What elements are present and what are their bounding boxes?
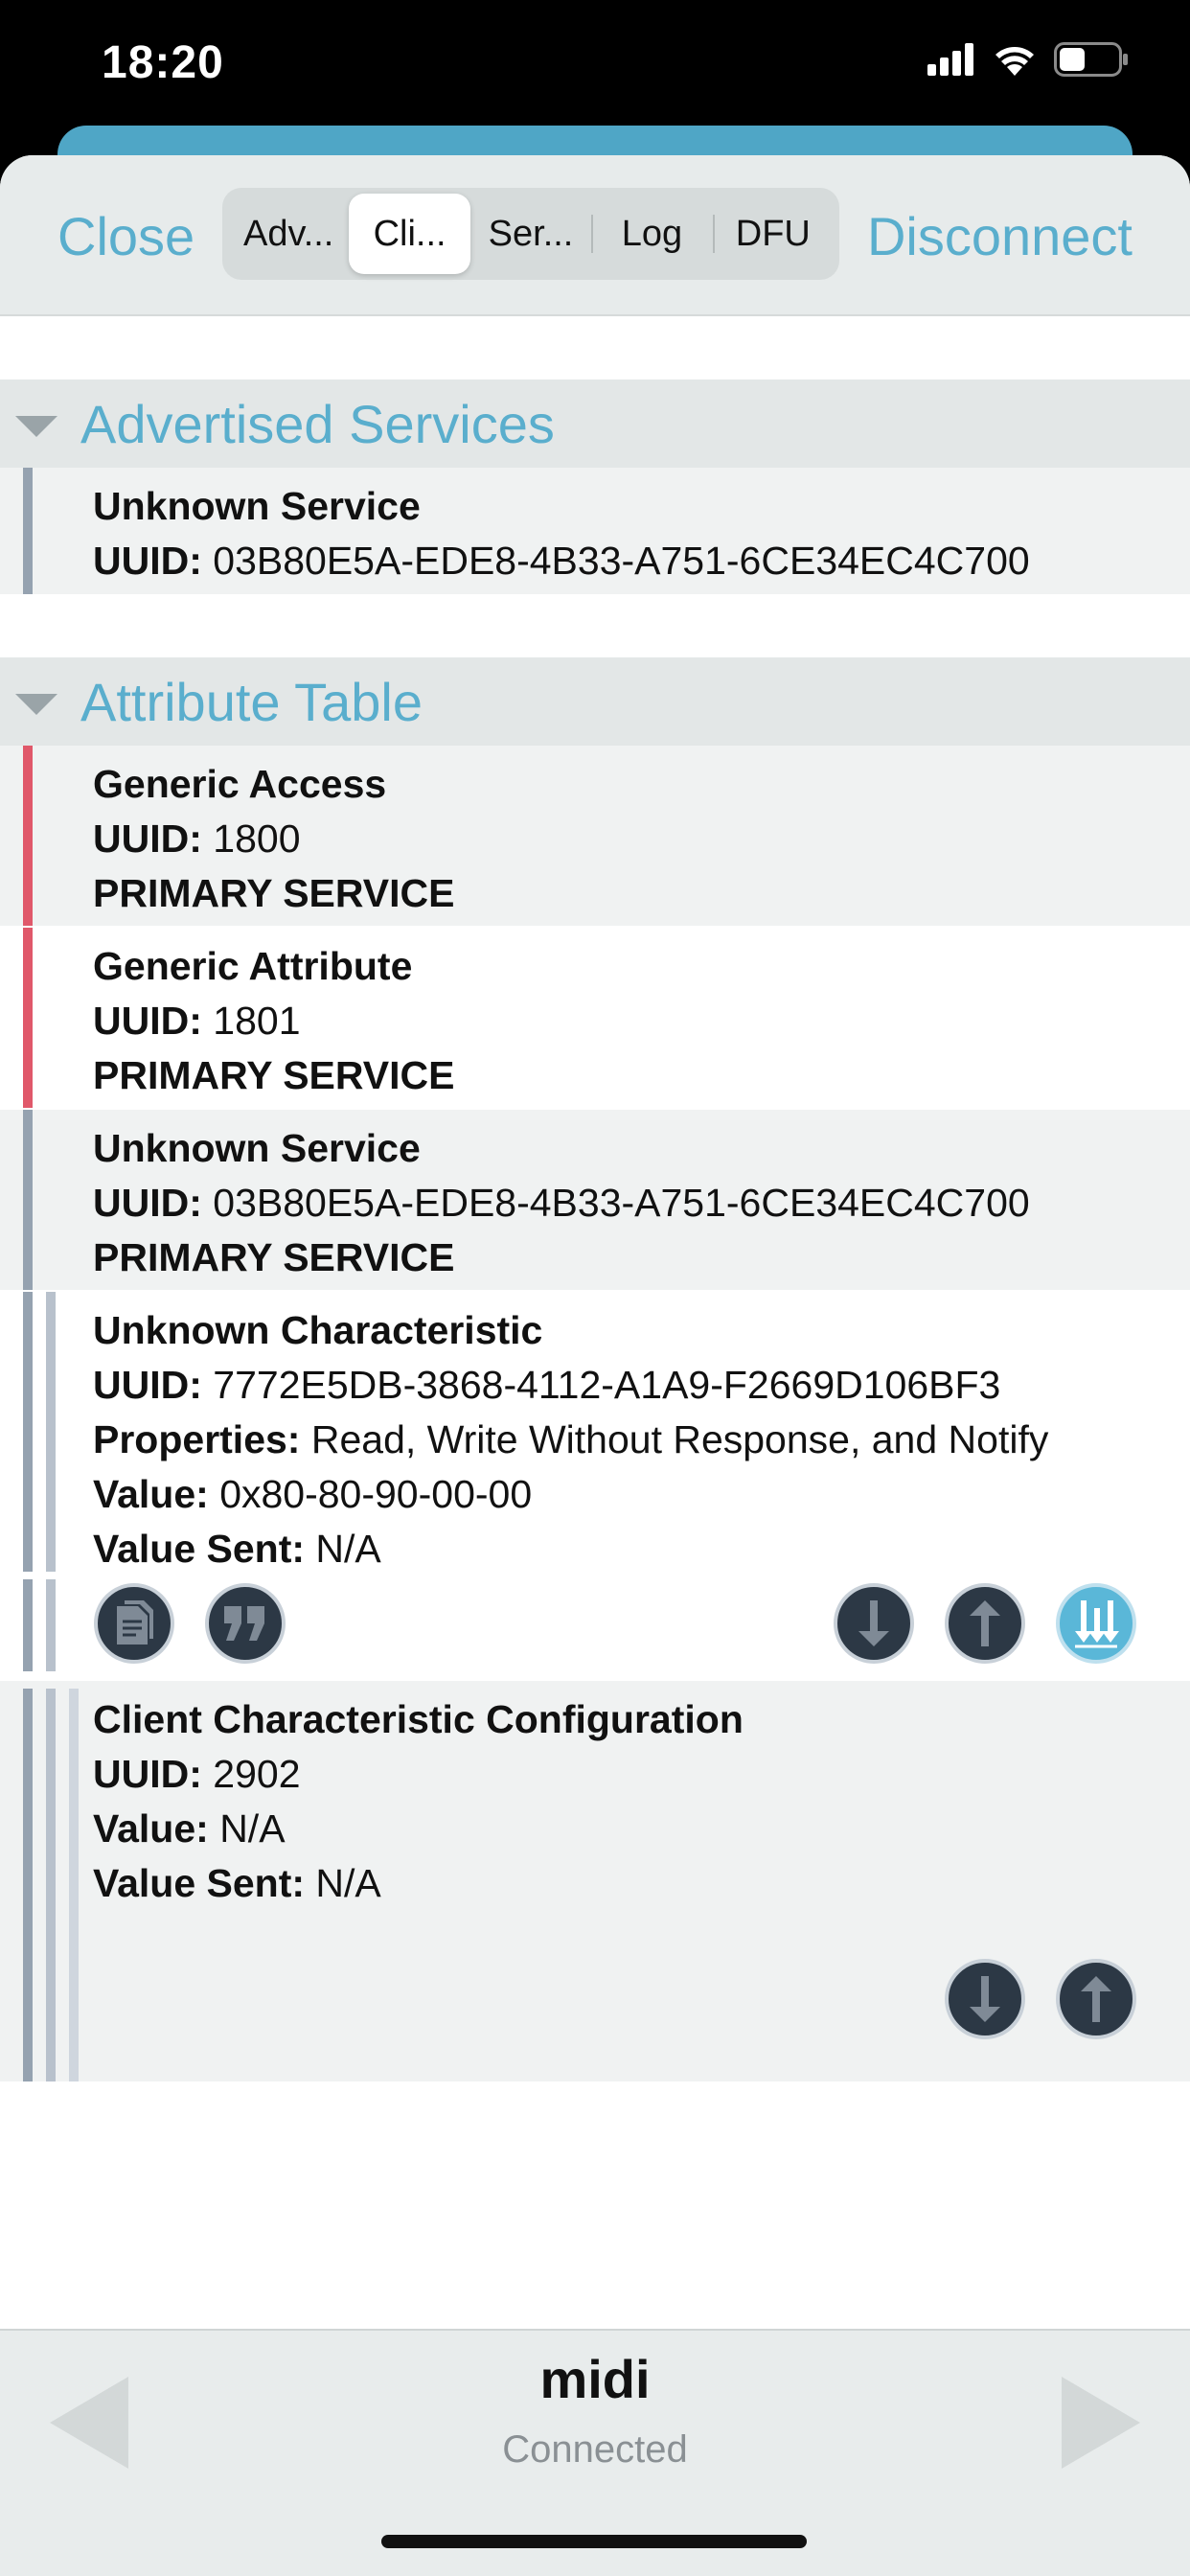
copy-icon — [117, 1600, 153, 1644]
service-level-bar — [23, 1689, 33, 2082]
write-up-arrow-icon — [1081, 1976, 1111, 2022]
service-uuid: 1800 — [213, 816, 301, 861]
read-down-arrow-icon — [858, 1600, 889, 1646]
section-title: Advertised Services — [80, 394, 555, 454]
service-level-bar — [23, 1110, 33, 1290]
disconnect-button[interactable]: Disconnect — [867, 205, 1133, 267]
descriptor-read-button[interactable] — [945, 1959, 1025, 2039]
close-button[interactable]: Close — [57, 205, 195, 267]
uuid-label: UUID: — [93, 999, 202, 1043]
service-row-unknown-service[interactable]: Unknown Service UUID: 03B80E5A-EDE8-4B33… — [0, 1110, 1190, 1290]
notify-icon — [1075, 1600, 1119, 1648]
write-up-arrow-icon — [970, 1600, 1000, 1646]
characteristic-value: 0x80-80-90-00-00 — [219, 1472, 533, 1516]
read-down-arrow-icon — [970, 1976, 1000, 2022]
properties-label: Properties: — [93, 1417, 301, 1461]
descriptor-level-bar — [69, 1689, 79, 2082]
characteristic-properties: Read, Write Without Response, and Notify — [310, 1417, 1049, 1461]
service-type: PRIMARY SERVICE — [93, 1235, 455, 1279]
service-name: Unknown Service — [93, 484, 421, 528]
characteristic-level-bar — [46, 1292, 56, 1572]
value-label: Value: — [93, 1472, 209, 1516]
service-type: PRIMARY SERVICE — [93, 871, 455, 915]
descriptor-name: Client Characteristic Configuration — [93, 1697, 744, 1741]
characteristic-row[interactable]: Unknown Characteristic UUID: 7772E5DB-38… — [0, 1292, 1190, 1572]
characteristic-uuid: 7772E5DB-3868-4112-A1A9-F2669D106BF3 — [213, 1363, 1001, 1407]
wifi-icon — [995, 47, 1034, 76]
service-level-bar — [23, 1579, 33, 1671]
advertised-services-header[interactable]: Advertised Services — [0, 380, 1190, 468]
connection-status: Connected — [502, 2428, 688, 2467]
home-indicator[interactable] — [381, 2535, 807, 2548]
uuid-label: UUID: — [93, 1752, 202, 1796]
write-button[interactable] — [945, 1583, 1025, 1664]
service-row-generic-attribute[interactable]: Generic Attribute UUID: 1801 PRIMARY SER… — [0, 928, 1190, 1108]
attribute-table-header[interactable]: Attribute Table — [0, 657, 1190, 746]
tab-client[interactable]: Cli... — [349, 194, 470, 274]
status-bar: 18:20 — [0, 0, 1190, 129]
characteristic-value-sent: N/A — [315, 1527, 381, 1571]
tab-advertisement[interactable]: Adv... — [228, 194, 349, 274]
uuid-label: UUID: — [93, 539, 202, 583]
cellular-signal-icon — [927, 43, 973, 76]
read-button[interactable] — [834, 1583, 914, 1664]
status-time: 18:20 — [102, 37, 224, 88]
status-icons — [927, 42, 1129, 77]
service-row-generic-access[interactable]: Generic Access UUID: 1800 PRIMARY SERVIC… — [0, 746, 1190, 926]
value-sent-label: Value Sent: — [93, 1861, 306, 1905]
characteristic-level-bar — [46, 1579, 56, 1671]
disclosure-triangle-icon — [15, 694, 57, 715]
descriptor-row[interactable]: Client Characteristic Configuration UUID… — [0, 1681, 1190, 2082]
service-name: Generic Access — [93, 762, 387, 806]
notify-button[interactable] — [1056, 1583, 1136, 1664]
descriptor-uuid: 2902 — [213, 1752, 301, 1796]
tab-segmented-control: Adv... Cli... Ser... Log DFU — [222, 188, 839, 280]
characteristic-actions — [0, 1572, 1190, 1679]
service-type: PRIMARY SERVICE — [93, 1053, 455, 1097]
service-name: Generic Attribute — [93, 944, 413, 988]
section-title: Attribute Table — [80, 672, 423, 732]
device-name: midi — [539, 2349, 651, 2409]
disclosure-triangle-icon — [15, 416, 57, 437]
tab-log[interactable]: Log — [591, 194, 712, 274]
descriptor-value: N/A — [219, 1806, 286, 1851]
service-level-bar — [23, 468, 33, 594]
service-level-bar — [23, 928, 33, 1108]
service-uuid: 03B80E5A-EDE8-4B33-A751-6CE34EC4C700 — [213, 539, 1030, 583]
battery-icon — [1054, 42, 1128, 77]
tab-dfu[interactable]: DFU — [712, 194, 834, 274]
service-uuid: 1801 — [213, 999, 301, 1043]
service-uuid: 03B80E5A-EDE8-4B33-A751-6CE34EC4C700 — [213, 1181, 1030, 1225]
format-button[interactable] — [205, 1583, 286, 1664]
characteristic-level-bar — [46, 1689, 56, 2082]
uuid-label: UUID: — [93, 1181, 202, 1225]
value-sent-label: Value Sent: — [93, 1527, 306, 1571]
service-level-bar — [23, 746, 33, 926]
tab-server[interactable]: Ser... — [470, 194, 591, 274]
uuid-label: UUID: — [93, 816, 202, 861]
value-label: Value: — [93, 1806, 209, 1851]
descriptor-write-button[interactable] — [1056, 1959, 1136, 2039]
advertised-service-row[interactable]: Unknown Service UUID: 03B80E5A-EDE8-4B33… — [0, 468, 1190, 594]
characteristic-name: Unknown Characteristic — [93, 1308, 543, 1352]
descriptor-value-sent: N/A — [315, 1861, 381, 1905]
service-name: Unknown Service — [93, 1126, 421, 1170]
copy-button[interactable] — [94, 1583, 174, 1664]
service-level-bar — [23, 1292, 33, 1572]
quote-icon — [224, 1606, 264, 1641]
uuid-label: UUID: — [93, 1363, 202, 1407]
toolbar: Close Adv... Cli... Ser... Log DFU Disco… — [0, 155, 1190, 316]
client-sheet: Close Adv... Cli... Ser... Log DFU Disco… — [0, 155, 1190, 2576]
next-device-arrow-icon[interactable] — [1062, 2377, 1140, 2469]
